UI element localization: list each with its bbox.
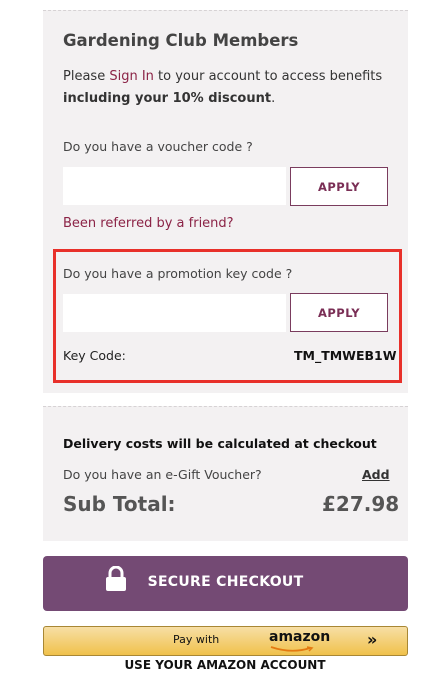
subtotal-value: £27.98 [322, 492, 400, 516]
promotion-code-input[interactable] [63, 294, 286, 332]
members-intro: Please Sign In to your account to access… [63, 66, 393, 110]
key-code-value: TM_TMWEB1W [294, 348, 397, 363]
amazon-logo: amazon [269, 629, 331, 645]
intro-suffix: to your account to access benefits [153, 69, 383, 84]
amazon-smile-icon [270, 646, 314, 652]
chevron-right-icon: » [367, 630, 378, 649]
promotion-apply-button[interactable]: APPLY [290, 293, 388, 332]
secure-checkout-button[interactable]: SECURE CHECKOUT [43, 556, 408, 611]
key-code-label: Key Code: [63, 348, 126, 363]
voucher-code-input[interactable] [63, 167, 286, 205]
amazon-pay-button[interactable]: Pay with amazon » [43, 626, 408, 656]
intro-end: . [271, 91, 276, 106]
referral-link[interactable]: Been referred by a friend? [63, 216, 234, 231]
intro-prefix: Please [63, 69, 110, 84]
pay-with-text: Pay with [173, 633, 220, 646]
members-title: Gardening Club Members [63, 31, 299, 50]
add-egift-link[interactable]: Add [362, 467, 390, 482]
secure-checkout-label: SECURE CHECKOUT [147, 574, 304, 590]
discount-text: including your 10% discount [63, 91, 272, 106]
subtotal-label: Sub Total: [63, 492, 176, 516]
egift-question: Do you have an e-Gift Voucher? [63, 467, 262, 482]
amazon-caption: USE YOUR AMAZON ACCOUNT [124, 658, 326, 672]
voucher-apply-button[interactable]: APPLY [290, 167, 388, 206]
sign-in-link[interactable]: Sign In [109, 69, 154, 84]
voucher-question: Do you have a voucher code ? [63, 139, 253, 154]
promotion-question: Do you have a promotion key code ? [63, 266, 293, 281]
delivery-note: Delivery costs will be calculated at che… [63, 436, 377, 451]
